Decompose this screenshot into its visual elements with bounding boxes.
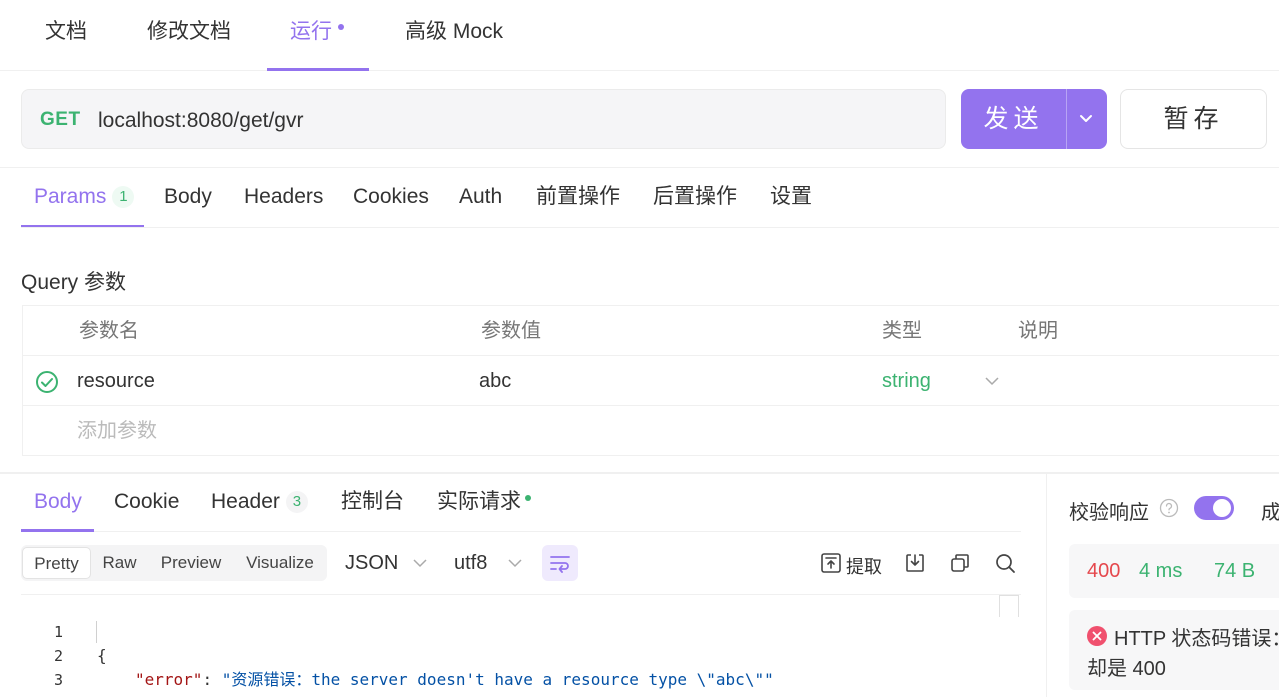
code-text: } [97, 692, 107, 697]
encoding-select[interactable]: utf8 [454, 545, 487, 581]
json-key: "error" [135, 670, 203, 689]
error-circle-icon [1087, 626, 1107, 646]
extract-button[interactable]: 提取 [846, 553, 882, 579]
tab-auth[interactable]: Auth [459, 168, 502, 228]
tab-post-operations[interactable]: 后置操作 [653, 168, 737, 228]
table-row: resource abc string [23, 356, 1279, 406]
chevron-down-icon[interactable] [1076, 111, 1096, 127]
tab-settings[interactable]: 设置 [770, 168, 812, 228]
chevron-down-icon[interactable] [984, 374, 1000, 388]
view-mode-raw[interactable]: Raw [93, 547, 146, 579]
param-value-cell[interactable]: abc [479, 356, 511, 406]
line-number: 3 [53, 671, 63, 689]
chevron-down-icon[interactable] [507, 557, 523, 569]
save-draft-button[interactable]: 暂存 [1120, 89, 1267, 149]
url-bar[interactable]: GET localhost:8080/get/gvr [21, 89, 946, 149]
response-time: 4 ms [1139, 560, 1183, 582]
params-count-badge: 1 [112, 186, 135, 208]
active-tab-indicator [267, 68, 369, 71]
header-count-badge: 3 [285, 491, 308, 513]
view-mode-preview[interactable]: Preview [150, 547, 232, 579]
json-colon: : [202, 670, 222, 689]
status-code: 400 [1087, 560, 1121, 582]
tab-doc[interactable]: 文档 [45, 0, 87, 71]
validation-error-card: HTTP 状态码错误： 却是 400 [1069, 610, 1279, 690]
response-size: 74 B [1214, 560, 1256, 582]
top-tabs: 文档 修改文档 运行 高级 Mock [0, 0, 1279, 71]
error-message: HTTP 状态码错误： [1114, 628, 1279, 650]
search-icon[interactable] [994, 552, 1016, 574]
verify-response-toggle[interactable] [1194, 496, 1234, 520]
response-tab-header[interactable]: Header 3 [211, 474, 308, 532]
tab-run[interactable]: 运行 [290, 0, 344, 71]
response-tab-actual-request[interactable]: 实际请求 [437, 474, 531, 532]
response-body-editor[interactable]: 1 { 2 "error": "资源错误：the server doesn't … [21, 594, 1021, 697]
help-icon[interactable] [1159, 498, 1179, 518]
copy-icon[interactable] [949, 552, 971, 574]
tab-cookies[interactable]: Cookies [353, 168, 429, 228]
unsaved-dot [338, 24, 344, 31]
column-header-value: 参数值 [481, 320, 541, 342]
code-line: 1 { [21, 596, 1021, 665]
view-mode-visualize[interactable]: Visualize [237, 547, 323, 579]
error-message-detail: 却是 400 [1087, 658, 1166, 680]
status-dot [525, 495, 531, 502]
tab-body[interactable]: Body [164, 168, 212, 228]
format-select[interactable]: JSON [345, 545, 398, 581]
table-row-add[interactable]: 添加参数 [23, 406, 1279, 456]
verify-response-label: 校验响应 [1069, 502, 1149, 524]
response-tab-actual-label: 实际请求 [437, 490, 521, 513]
tab-run-label: 运行 [290, 20, 332, 43]
editor-scrollbar[interactable] [999, 595, 1019, 617]
param-type-select[interactable]: string [882, 356, 931, 406]
tab-headers[interactable]: Headers [244, 168, 323, 228]
json-string-value: "资源错误：the server doesn't have a resource… [221, 670, 774, 689]
add-param-placeholder[interactable]: 添加参数 [77, 406, 157, 456]
tab-pre-operations[interactable]: 前置操作 [536, 168, 620, 228]
query-params-table: 参数名 参数值 类型 说明 resource abc string 添加参数 [22, 305, 1279, 456]
tab-mock[interactable]: 高级 Mock [405, 0, 503, 71]
tab-params-label: Params [34, 185, 107, 208]
table-header-row: 参数名 参数值 类型 说明 [23, 306, 1279, 356]
param-name-cell[interactable]: resource [77, 356, 155, 406]
wrap-icon [550, 556, 570, 573]
divider [21, 531, 1021, 532]
tab-params[interactable]: Params 1 [34, 168, 135, 228]
column-header-type: 类型 [882, 320, 922, 342]
response-stats: 400 4 ms 74 B [1069, 544, 1279, 598]
check-circle-icon[interactable] [35, 370, 59, 394]
response-tab-console[interactable]: 控制台 [341, 474, 404, 532]
method-selector[interactable]: GET [40, 90, 81, 150]
divider [21, 227, 1279, 228]
response-tab-indicator [21, 529, 94, 532]
tab-edit-doc[interactable]: 修改文档 [147, 0, 231, 71]
column-header-description: 说明 [1018, 320, 1058, 342]
send-divider [1066, 89, 1067, 149]
code-line: 2 "error": "资源错误：the server doesn't have… [21, 620, 1021, 689]
send-button-label: 发送 [983, 105, 1044, 133]
view-mode-segmented: Pretty Raw Preview Visualize [21, 545, 327, 581]
indent-guide [96, 621, 97, 643]
send-button[interactable]: 发送 [961, 89, 1107, 149]
view-mode-pretty[interactable]: Pretty [22, 547, 91, 579]
response-tab-body[interactable]: Body [34, 474, 82, 532]
response-tab-cookie[interactable]: Cookie [114, 474, 179, 532]
toggle-knob [1213, 499, 1231, 517]
chevron-down-icon[interactable] [412, 557, 428, 569]
column-header-name: 参数名 [79, 320, 139, 342]
word-wrap-button[interactable] [542, 545, 578, 581]
code-text: "error": "资源错误：the server doesn't have a… [135, 668, 774, 692]
download-icon[interactable] [904, 552, 926, 574]
url-input[interactable]: localhost:8080/get/gvr [98, 90, 303, 152]
extract-icon[interactable] [820, 552, 842, 574]
code-line: 3 } [21, 644, 1021, 697]
response-tab-header-label: Header [211, 490, 280, 513]
query-params-title: Query 参数 [21, 271, 127, 294]
truncated-label: 成 [1261, 502, 1279, 524]
